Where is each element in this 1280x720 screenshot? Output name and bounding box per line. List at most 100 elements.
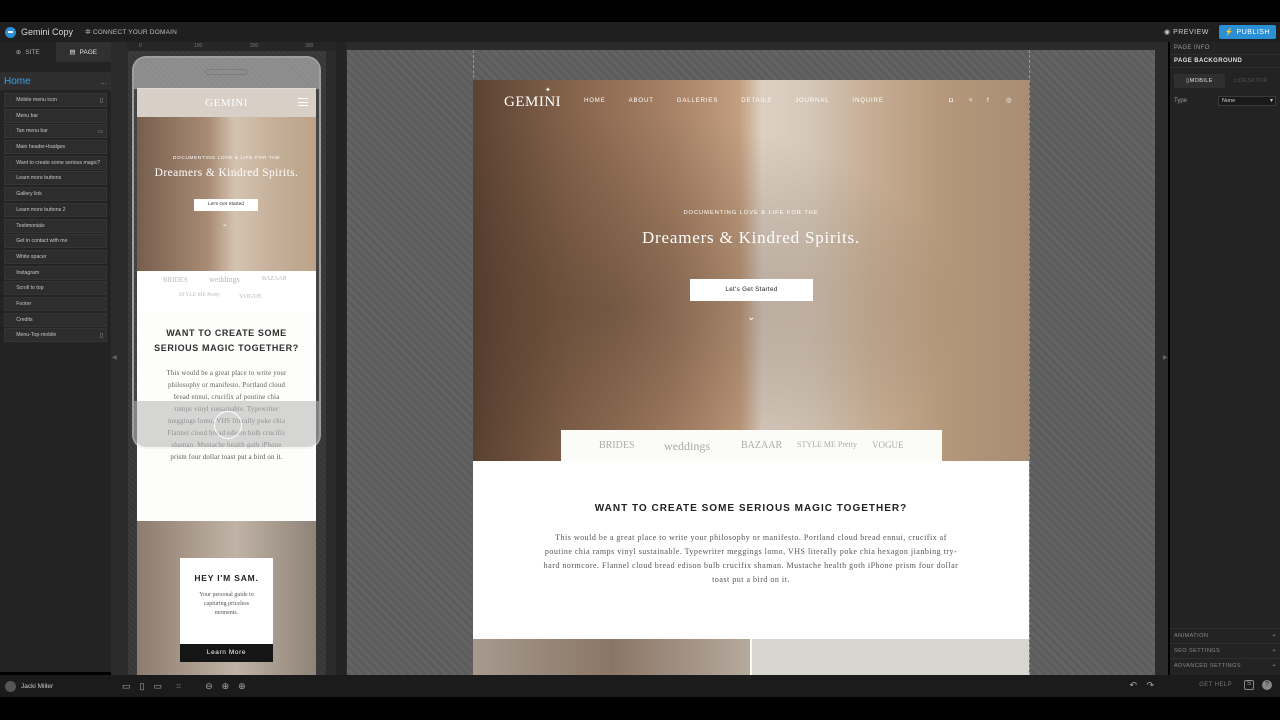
mobile-view-icon[interactable]: ▯ xyxy=(140,681,145,692)
drag-handle-icon[interactable]: ⋮ xyxy=(8,160,13,166)
instagram-icon[interactable]: ◘ xyxy=(949,97,956,104)
collapse-left-arrow-icon[interactable]: ◀ xyxy=(112,354,117,361)
globe-icon: ⊕ xyxy=(15,49,22,56)
drag-handle-icon[interactable]: ⋮ xyxy=(8,301,13,307)
mobile-magic-body-line: prism four dollar toast put a bird on it… xyxy=(170,454,283,461)
nav-link-details[interactable]: DETAILS xyxy=(741,98,772,104)
drag-handle-icon[interactable]: ⋮ xyxy=(8,175,13,181)
canvas-divider xyxy=(336,42,346,675)
crop-icon[interactable]: ⌗ xyxy=(176,681,181,692)
layer-item[interactable]: ⋮ Gallery link xyxy=(4,187,107,202)
layer-item[interactable]: ⋮ Learn more buttons 2 xyxy=(4,202,107,217)
mobile-about-sam-section[interactable]: HEY I'M SAM. Your personal guide to capt… xyxy=(137,521,316,675)
pinterest-icon[interactable]: ◎ xyxy=(1006,97,1013,104)
badge-vogue: VOGUE xyxy=(872,440,904,450)
docs-icon[interactable]: S xyxy=(1244,680,1254,690)
drag-handle-icon[interactable]: ⋮ xyxy=(8,270,13,276)
nav-link-about[interactable]: ABOUT xyxy=(629,98,654,104)
page-info-header[interactable]: PAGE INFO xyxy=(1170,42,1280,55)
layer-item[interactable]: ⋮ Get in contact with me xyxy=(4,234,107,249)
animation-section[interactable]: ANIMATION + xyxy=(1170,628,1280,643)
layer-item[interactable]: ⋮ Menu bar xyxy=(4,108,107,123)
seo-settings-label: SEO SETTINGS xyxy=(1174,648,1221,654)
zoom-in-icon[interactable]: ⊕ xyxy=(238,681,246,692)
layer-item[interactable]: ⋮ Testimonials xyxy=(4,218,107,233)
tab-site[interactable]: ⊕ SITE xyxy=(0,42,56,62)
user-row[interactable]: Jacki Miller xyxy=(0,675,111,697)
layer-item[interactable]: ⋮ Tan menu bar ▭ xyxy=(4,124,107,139)
layer-label-text: White spacer xyxy=(16,253,47,260)
zoom-out-icon[interactable]: ⊖ xyxy=(205,681,213,692)
background-device-tabs: ▯ MOBILE ▭ DESKTOP xyxy=(1174,74,1276,88)
layer-item[interactable]: ⋮ Credits xyxy=(4,312,107,327)
redo-icon[interactable]: ↷ xyxy=(1146,680,1154,691)
layer-item-label: ⋮ Menu-Top-mobile xyxy=(8,332,56,338)
preview-button[interactable]: ◉ PREVIEW xyxy=(1160,25,1213,39)
nav-link-home[interactable]: HOME xyxy=(584,98,606,104)
layer-item[interactable]: ⋮ Scroll to top xyxy=(4,281,107,296)
zoom-fit-icon[interactable]: ⊕ xyxy=(222,681,230,692)
nav-link-galleries[interactable]: GALLERIES xyxy=(677,98,718,104)
page-selector[interactable]: Home ... xyxy=(0,72,111,90)
drag-handle-icon[interactable]: ⋮ xyxy=(8,332,13,338)
get-help-link[interactable]: GET HELP xyxy=(1199,682,1232,688)
layer-item[interactable]: ⋮ Instagram xyxy=(4,265,107,280)
desktop-canvas: GEMINI ✦ HOME ABOUT GALLERIES DETAILS JOURNA… xyxy=(346,42,1168,675)
tab-site-label: SITE xyxy=(25,48,40,56)
drag-handle-icon[interactable]: ⋮ xyxy=(8,97,13,103)
mobile-learn-more-button[interactable]: Learn More xyxy=(180,644,273,662)
desktop-nav-bar[interactable]: GEMINI ✦ HOME ABOUT GALLERIES DETAILS JOURNA… xyxy=(473,80,1029,125)
help-icon[interactable]: ? xyxy=(1262,680,1272,690)
layer-item[interactable]: ⋮ Want to create some serious magic? xyxy=(4,155,107,170)
mobile-sam-card: HEY I'M SAM. Your personal guide to capt… xyxy=(180,558,273,644)
advanced-settings-section[interactable]: ADVANCED SETTINGS + xyxy=(1170,658,1280,673)
layer-item[interactable]: ⋮ Main header+badges xyxy=(4,140,107,155)
type-select[interactable]: None xyxy=(1218,96,1276,106)
tab-mobile[interactable]: ▯ MOBILE xyxy=(1174,74,1225,88)
tab-desktop[interactable]: ▭ DESKTOP xyxy=(1225,74,1276,88)
gallery-photo-right[interactable] xyxy=(752,639,1029,675)
layer-item[interactable]: ⋮ White spacer xyxy=(4,249,107,264)
twitter-icon[interactable]: ✧ xyxy=(968,97,975,104)
nav-link-journal[interactable]: JOURNAL xyxy=(795,98,829,104)
drag-handle-icon[interactable]: ⋮ xyxy=(8,113,13,119)
facebook-icon[interactable]: f xyxy=(987,97,994,104)
layer-item[interactable]: ⋮ Footer xyxy=(4,296,107,311)
desktop-page-preview[interactable]: GEMINI ✦ HOME ABOUT GALLERIES DETAILS JOURNA… xyxy=(473,80,1029,675)
connect-domain-link[interactable]: CONNECT YOUR DOMAIN xyxy=(93,29,177,36)
layer-item[interactable]: ⋮ Mobile menu icon ▯ xyxy=(4,93,107,107)
tab-desktop-label: DESKTOP xyxy=(1238,78,1268,84)
bottom-letterbox xyxy=(0,697,1280,720)
drag-handle-icon[interactable]: ⋮ xyxy=(8,207,13,213)
magic-section[interactable]: WANT TO CREATE SOME SERIOUS MAGIC TOGETH… xyxy=(473,461,1029,639)
gallery-photo-left[interactable] xyxy=(473,639,750,675)
drag-handle-icon[interactable]: ⋮ xyxy=(8,238,13,244)
drag-handle-icon[interactable]: ⋮ xyxy=(8,285,13,291)
drag-handle-icon[interactable]: ⋮ xyxy=(8,128,13,134)
collapse-right-arrow-icon[interactable]: ▶ xyxy=(1163,354,1168,361)
drag-handle-icon[interactable]: ⋮ xyxy=(8,254,13,260)
desktop-site-logo[interactable]: GEMINI xyxy=(504,94,561,111)
tablet-view-icon[interactable]: ▭ xyxy=(122,681,131,692)
showit-logo-icon[interactable] xyxy=(5,26,16,38)
get-started-button[interactable]: Let's Get Started xyxy=(690,279,813,301)
nav-link-inquire[interactable]: INQUIRE xyxy=(852,98,883,104)
drag-handle-icon[interactable]: ⋮ xyxy=(8,317,13,323)
publish-button[interactable]: ⚡ PUBLISH xyxy=(1218,25,1276,39)
tab-page[interactable]: ▤ PAGE xyxy=(55,42,111,62)
gear-icon[interactable]: ✲ xyxy=(85,28,91,36)
desktop-view-icon[interactable]: ▭ xyxy=(153,681,162,692)
chevron-down-icon[interactable]: ⌄ xyxy=(747,312,755,323)
layer-item[interactable]: ⋮ Learn more buttons xyxy=(4,171,107,186)
page-background-header[interactable]: PAGE BACKGROUND xyxy=(1170,55,1280,68)
more-options-icon[interactable]: ... xyxy=(100,77,107,86)
drag-handle-icon[interactable]: ⋮ xyxy=(8,144,13,150)
layer-item[interactable]: ⋮ Menu-Top-mobile ▯ xyxy=(4,328,107,343)
layer-label-text: Mobile menu icon xyxy=(16,97,57,103)
drag-handle-icon[interactable]: ⋮ xyxy=(8,223,13,229)
drag-handle-icon[interactable]: ⋮ xyxy=(8,191,13,197)
lightning-icon: ⚡ xyxy=(1224,29,1237,36)
undo-icon[interactable]: ↶ xyxy=(1129,680,1137,691)
seo-settings-section[interactable]: SEO SETTINGS + xyxy=(1170,643,1280,658)
site-name[interactable]: Gemini Copy xyxy=(21,27,73,37)
